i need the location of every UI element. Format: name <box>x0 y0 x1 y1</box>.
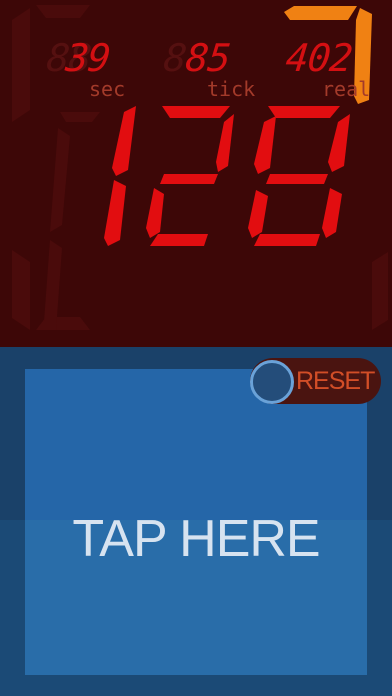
stat-sec-value: 39 <box>63 36 113 80</box>
tap-pad[interactable]: TAP HERE <box>25 369 367 675</box>
counter-display: 88 39 sec 88 85 tick 402 real <box>0 0 392 347</box>
stat-real-label: real <box>322 77 371 101</box>
tap-area-container: TAP HERE RESET <box>0 347 392 696</box>
stat-real-value: 402 <box>283 36 354 80</box>
digit-1 <box>104 106 136 246</box>
reset-toggle[interactable]: RESET <box>250 358 381 404</box>
reset-label: RESET <box>296 367 375 395</box>
main-counter-digits <box>104 106 350 246</box>
stat-tick-value: 85 <box>183 36 233 80</box>
digit-8 <box>248 106 350 246</box>
stat-tick-label: tick <box>207 77 256 101</box>
digit-2 <box>146 106 234 246</box>
reset-toggle-knob[interactable] <box>250 360 294 404</box>
tap-here-label: TAP HERE <box>72 510 320 568</box>
stat-sec-label: sec <box>89 77 126 101</box>
